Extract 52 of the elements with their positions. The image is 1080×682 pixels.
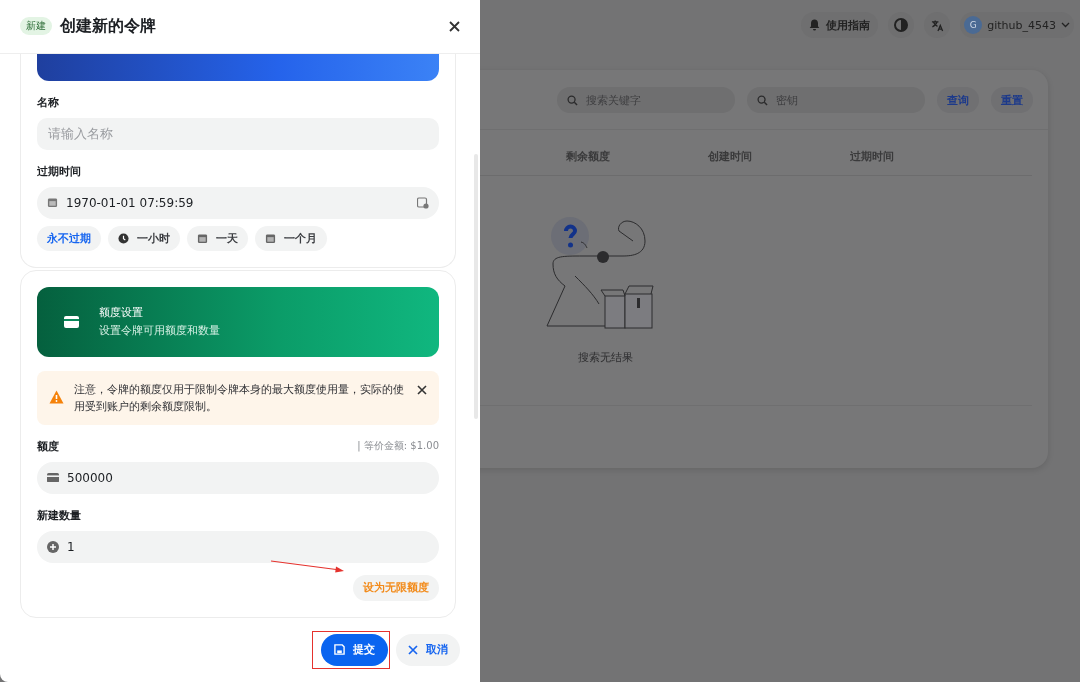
guide-button[interactable]: 使用指南 [801, 12, 879, 38]
count-input[interactable]: 1 [37, 530, 439, 563]
user-menu-button[interactable]: G github_4543 [960, 12, 1074, 38]
input-value: 500000 [67, 470, 113, 485]
chevron-down-icon [1061, 22, 1070, 28]
theme-toggle-button[interactable] [888, 12, 915, 38]
new-badge: 新建 [20, 17, 52, 36]
search-icon [757, 94, 768, 106]
field-label: 新建数量 [37, 507, 81, 523]
banner-subtitle: 设置令牌可用额度和数量 [99, 323, 220, 339]
calendar-icon [47, 197, 58, 209]
column-header: 剩余额度 [566, 149, 611, 164]
warning-icon [49, 389, 64, 404]
close-icon[interactable] [417, 384, 427, 395]
column-header: 过期时间 [850, 149, 895, 164]
card-icon [64, 315, 79, 328]
calendar-icon [265, 232, 276, 244]
expiry-preset-button[interactable]: 一小时 [108, 225, 180, 251]
expiry-preset-button[interactable]: 一天 [187, 225, 248, 251]
user-avatar: G [964, 16, 983, 34]
field-label: 额度 [37, 438, 59, 454]
drawer-title: 创建新的令牌 [60, 15, 157, 37]
submit-button[interactable]: 提交 [321, 633, 388, 666]
close-icon [408, 644, 418, 655]
expiry-preset-button[interactable]: 一个月 [255, 225, 327, 251]
close-icon[interactable] [449, 20, 460, 32]
search-icon [567, 94, 578, 106]
equivalent-amount-hint: | 等价金额: $1.00 [357, 439, 439, 454]
calendar-clock-icon [417, 196, 429, 209]
empty-state-text: 搜索无结果 [578, 350, 633, 365]
quota-input[interactable]: 500000 [37, 461, 439, 494]
name-input[interactable]: 请输入名称 [37, 117, 439, 150]
save-icon [334, 644, 345, 656]
expiry-preset-button[interactable]: 永不过期 [37, 225, 101, 251]
expiry-date-field[interactable]: 1970-01-01 07:59:59 [37, 186, 439, 219]
bell-icon [809, 19, 821, 31]
input-value: 1 [67, 539, 75, 554]
language-button[interactable] [924, 12, 951, 38]
banner-title: 额度设置 [99, 305, 144, 321]
half-moon-icon [894, 18, 909, 32]
username: github_4543 [987, 18, 1056, 32]
field-label: 名称 [37, 94, 59, 110]
card-icon [47, 472, 59, 483]
calendar-icon [197, 232, 208, 244]
date-value: 1970-01-01 07:59:59 [66, 195, 195, 210]
cancel-button[interactable]: 取消 [396, 633, 460, 666]
field-label: 过期时间 [37, 163, 81, 179]
plus-circle-icon [47, 540, 59, 553]
clock-icon [118, 232, 129, 244]
notice-text: 注意，令牌的额度仅用于限制令牌本身的最大额度使用量，实际的使用受到账户的剩余额度限制。 [74, 381, 405, 415]
translate-icon [930, 18, 944, 32]
column-header: 创建时间 [708, 149, 753, 164]
